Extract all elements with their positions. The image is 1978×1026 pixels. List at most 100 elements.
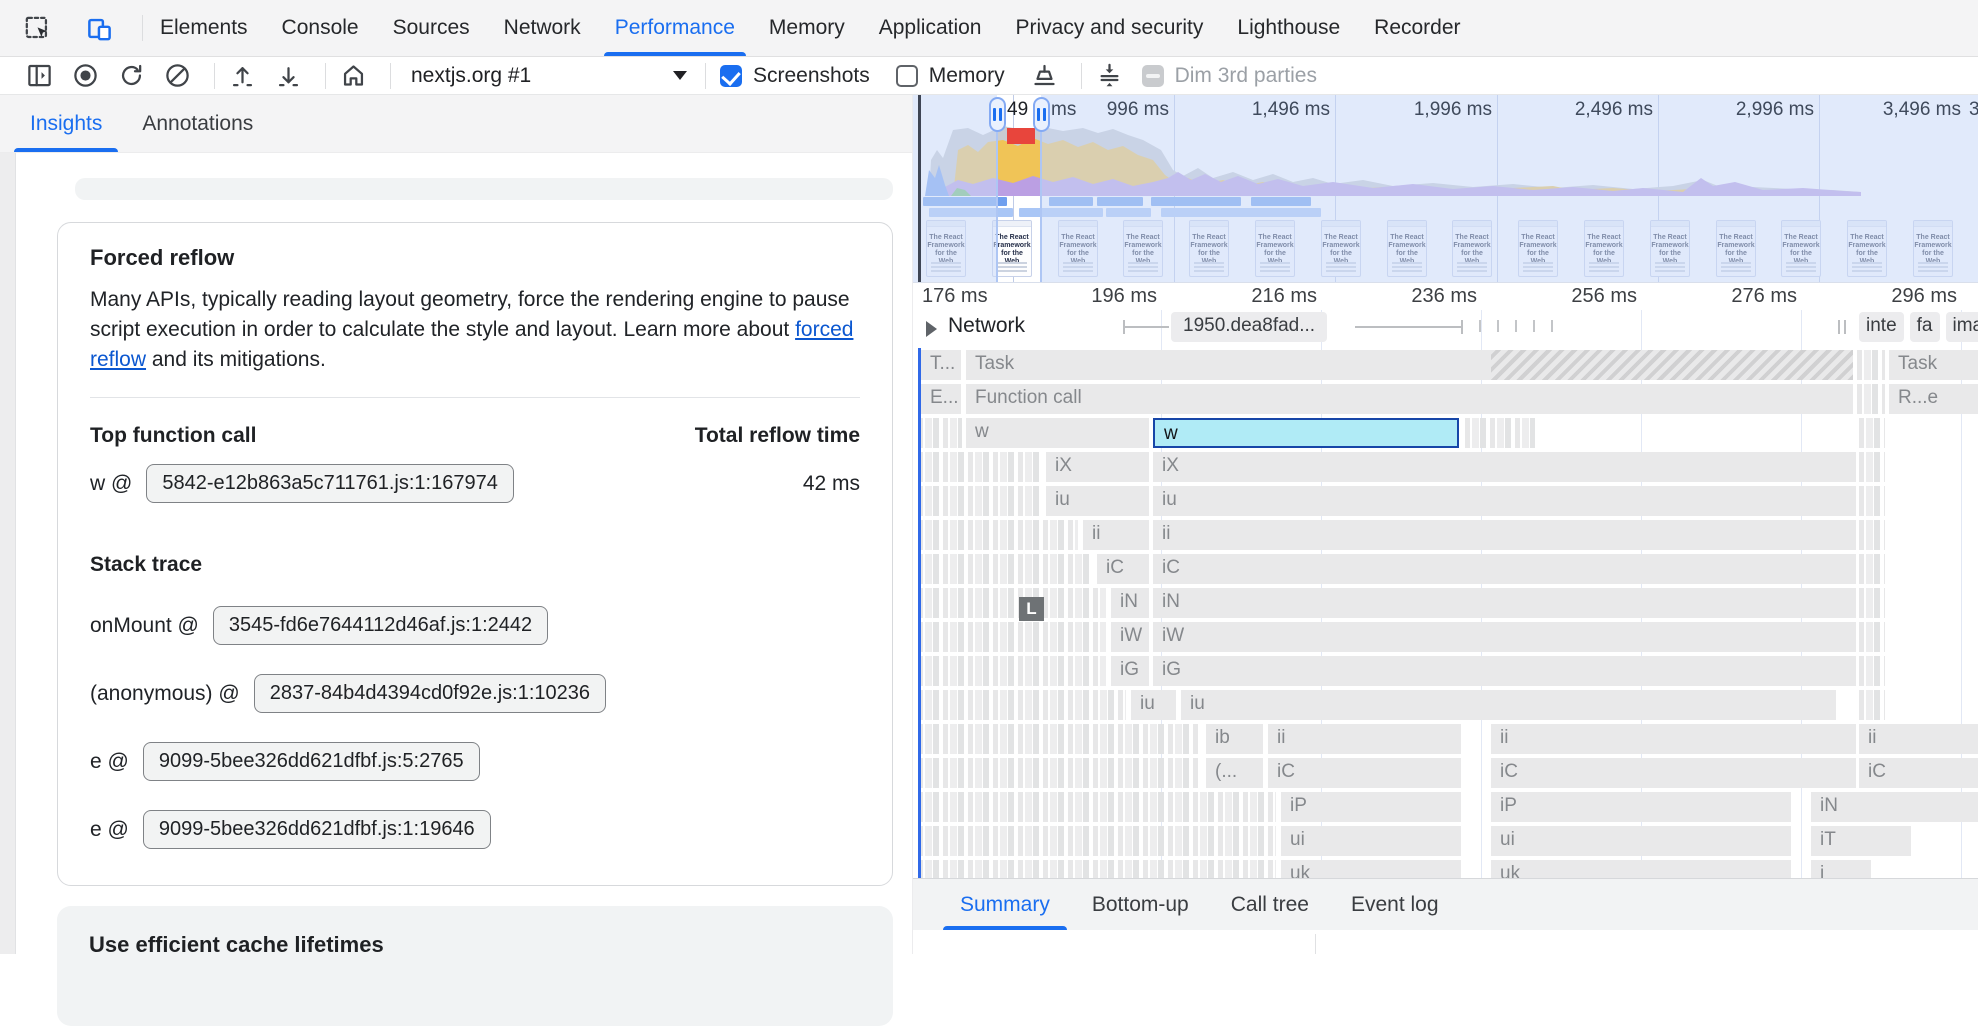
flame-event[interactable]: iC [1097, 554, 1149, 584]
flame-event[interactable]: Function call [966, 384, 1853, 414]
panel-left-icon[interactable] [26, 62, 53, 89]
filmstrip-screenshot[interactable]: The React Framework for the Web [1518, 220, 1558, 277]
tab-elements[interactable]: Elements [143, 0, 265, 56]
flame-event[interactable]: iX [1153, 452, 1856, 482]
filmstrip-screenshot[interactable]: The React Framework for the Web [1189, 220, 1229, 277]
home-icon[interactable] [340, 62, 367, 89]
flame-event[interactable]: uk [1491, 860, 1791, 878]
filmstrip-screenshot[interactable]: The React Framework for the Web [1321, 220, 1361, 277]
tab-recorder[interactable]: Recorder [1357, 0, 1477, 56]
memory-label[interactable]: Memory [929, 64, 1005, 88]
network-request-chip[interactable]: 1950.dea8fad... [1171, 312, 1327, 342]
compress-icon[interactable] [1096, 62, 1123, 89]
device-toolbar-icon[interactable] [86, 15, 113, 42]
inspect-icon[interactable] [24, 15, 51, 42]
flame-event[interactable]: ii [1268, 724, 1461, 754]
flame-event[interactable]: iu [1181, 690, 1836, 720]
flame-event[interactable]: iP [1491, 792, 1791, 822]
flame-event[interactable]: iu [1046, 486, 1149, 516]
flame-event[interactable]: iT [1811, 826, 1911, 856]
filmstrip-screenshot[interactable]: The React Framework for the Web [1452, 220, 1492, 277]
lcp-marker-badge[interactable]: L [1019, 597, 1044, 621]
record-icon[interactable] [72, 62, 99, 89]
filmstrip-screenshot[interactable]: The React Framework for the Web [1255, 220, 1295, 277]
forced-reflow-card[interactable]: Forced reflow Many APIs, typically readi… [57, 222, 893, 886]
flame-event[interactable]: iu [1153, 486, 1856, 516]
flame-event[interactable]: ii [1491, 724, 1856, 754]
flame-event[interactable]: Task [1889, 350, 1978, 380]
filmstrip-screenshot[interactable]: The React Framework for the Web [1650, 220, 1690, 277]
main-thread-flamechart[interactable]: T...TaskTaskE...Function callR...ewwiXiX… [913, 348, 1978, 878]
collect-garbage-icon[interactable] [1031, 62, 1058, 89]
tab-privacy-and-security[interactable]: Privacy and security [998, 0, 1220, 56]
clear-icon[interactable] [164, 62, 191, 89]
source-location-link[interactable]: 3545-fd6e7644112d46af.js:1:2442 [213, 606, 548, 645]
source-location-link[interactable]: 5842-e12b863a5c711761.js:1:167974 [146, 464, 514, 503]
details-tab-call-tree[interactable]: Call tree [1210, 879, 1330, 930]
history-dropdown[interactable]: nextjs.org #1 [405, 64, 701, 88]
source-location-link[interactable]: 9099-5bee326dd621dfbf.js:5:2765 [143, 742, 480, 781]
flame-event[interactable]: ui [1491, 826, 1791, 856]
details-tab-event-log[interactable]: Event log [1330, 879, 1460, 930]
flame-event[interactable]: iC [1859, 758, 1978, 788]
memory-checkbox[interactable] [896, 65, 918, 87]
filmstrip-screenshot[interactable]: The React Framework for the Web [1716, 220, 1756, 277]
tab-console[interactable]: Console [265, 0, 376, 56]
filmstrip-screenshot[interactable]: The React Framework for the Web [1123, 220, 1163, 277]
source-location-link[interactable]: 2837-84b4d4394cd0f92e.js:1:10236 [254, 674, 606, 713]
flame-event[interactable]: iG [1153, 656, 1856, 686]
flame-event[interactable]: iN [1811, 792, 1978, 822]
flame-event[interactable]: ii [1083, 520, 1149, 550]
tab-sources[interactable]: Sources [376, 0, 487, 56]
network-request-chip[interactable]: fa [1910, 312, 1940, 342]
flame-event[interactable]: E... [921, 384, 961, 414]
flame-event[interactable]: R...e [1889, 384, 1978, 414]
flame-event[interactable]: iW [1153, 622, 1856, 652]
flame-event[interactable]: iC [1268, 758, 1461, 788]
source-location-link[interactable]: 9099-5bee326dd621dfbf.js:1:19646 [143, 810, 491, 849]
filmstrip-screenshot[interactable]: The React Framework for the Web [1058, 220, 1098, 277]
filmstrip-screenshot[interactable]: The React Framework for the Web [1387, 220, 1427, 277]
flame-event[interactable]: iN [1153, 588, 1856, 618]
flame-event[interactable]: T... [921, 350, 961, 380]
flame-event[interactable]: ui [1281, 826, 1461, 856]
filmstrip-screenshot[interactable]: The React Framework for the Web [1781, 220, 1821, 277]
sidebar-tab-insights[interactable]: Insights [10, 95, 122, 152]
screenshots-checkbox[interactable] [720, 65, 742, 87]
screenshots-label[interactable]: Screenshots [753, 64, 870, 88]
flame-event[interactable]: iX [1046, 452, 1149, 482]
timeline-overview-minimap[interactable]: 49 ms 996 ms1,496 ms1,996 ms2,496 ms2,99… [913, 95, 1978, 282]
tab-performance[interactable]: Performance [598, 0, 752, 56]
flame-event[interactable]: iG [1111, 656, 1149, 686]
network-track-label[interactable]: Network [948, 314, 1025, 338]
reload-icon[interactable] [118, 62, 145, 89]
triangle-right-icon[interactable] [926, 321, 937, 337]
filmstrip-screenshot[interactable]: The React Framework for the Web [1847, 220, 1887, 277]
flame-event[interactable]: iN [1111, 588, 1149, 618]
flame-event[interactable]: (... [1206, 758, 1263, 788]
sidebar-scroll-gutter[interactable] [0, 153, 16, 954]
cache-lifetimes-card[interactable]: Use efficient cache lifetimes [57, 906, 893, 1026]
flame-event[interactable]: iC [1491, 758, 1856, 788]
download-profile-icon[interactable] [275, 62, 302, 89]
previous-insight-card-peek[interactable] [75, 178, 893, 200]
flame-event-selected[interactable]: w [1153, 418, 1459, 448]
flame-event[interactable]: ib [1206, 724, 1263, 754]
network-request-chip[interactable]: inte [1859, 312, 1904, 342]
selection-handle-left[interactable] [989, 97, 1006, 132]
filmstrip-screenshot[interactable]: The React Framework for the Web [926, 220, 966, 277]
flame-event[interactable]: iu [1131, 690, 1176, 720]
upload-profile-icon[interactable] [229, 62, 256, 89]
flame-event[interactable]: Task [966, 350, 1853, 380]
flame-event[interactable]: uk [1281, 860, 1461, 878]
details-tab-summary[interactable]: Summary [939, 879, 1071, 930]
flame-event[interactable]: ii [1859, 724, 1978, 754]
filmstrip-screenshot[interactable]: The React Framework for the Web [1913, 220, 1953, 277]
flame-event[interactable]: iC [1153, 554, 1856, 584]
selection-handle-right[interactable] [1033, 97, 1050, 132]
flame-event[interactable]: iP [1281, 792, 1461, 822]
network-request-chip[interactable]: image [1946, 312, 1978, 342]
filmstrip-screenshot[interactable]: The React Framework for the Web [992, 220, 1032, 277]
filmstrip-screenshot[interactable]: The React Framework for the Web [1584, 220, 1624, 277]
tab-lighthouse[interactable]: Lighthouse [1220, 0, 1357, 56]
